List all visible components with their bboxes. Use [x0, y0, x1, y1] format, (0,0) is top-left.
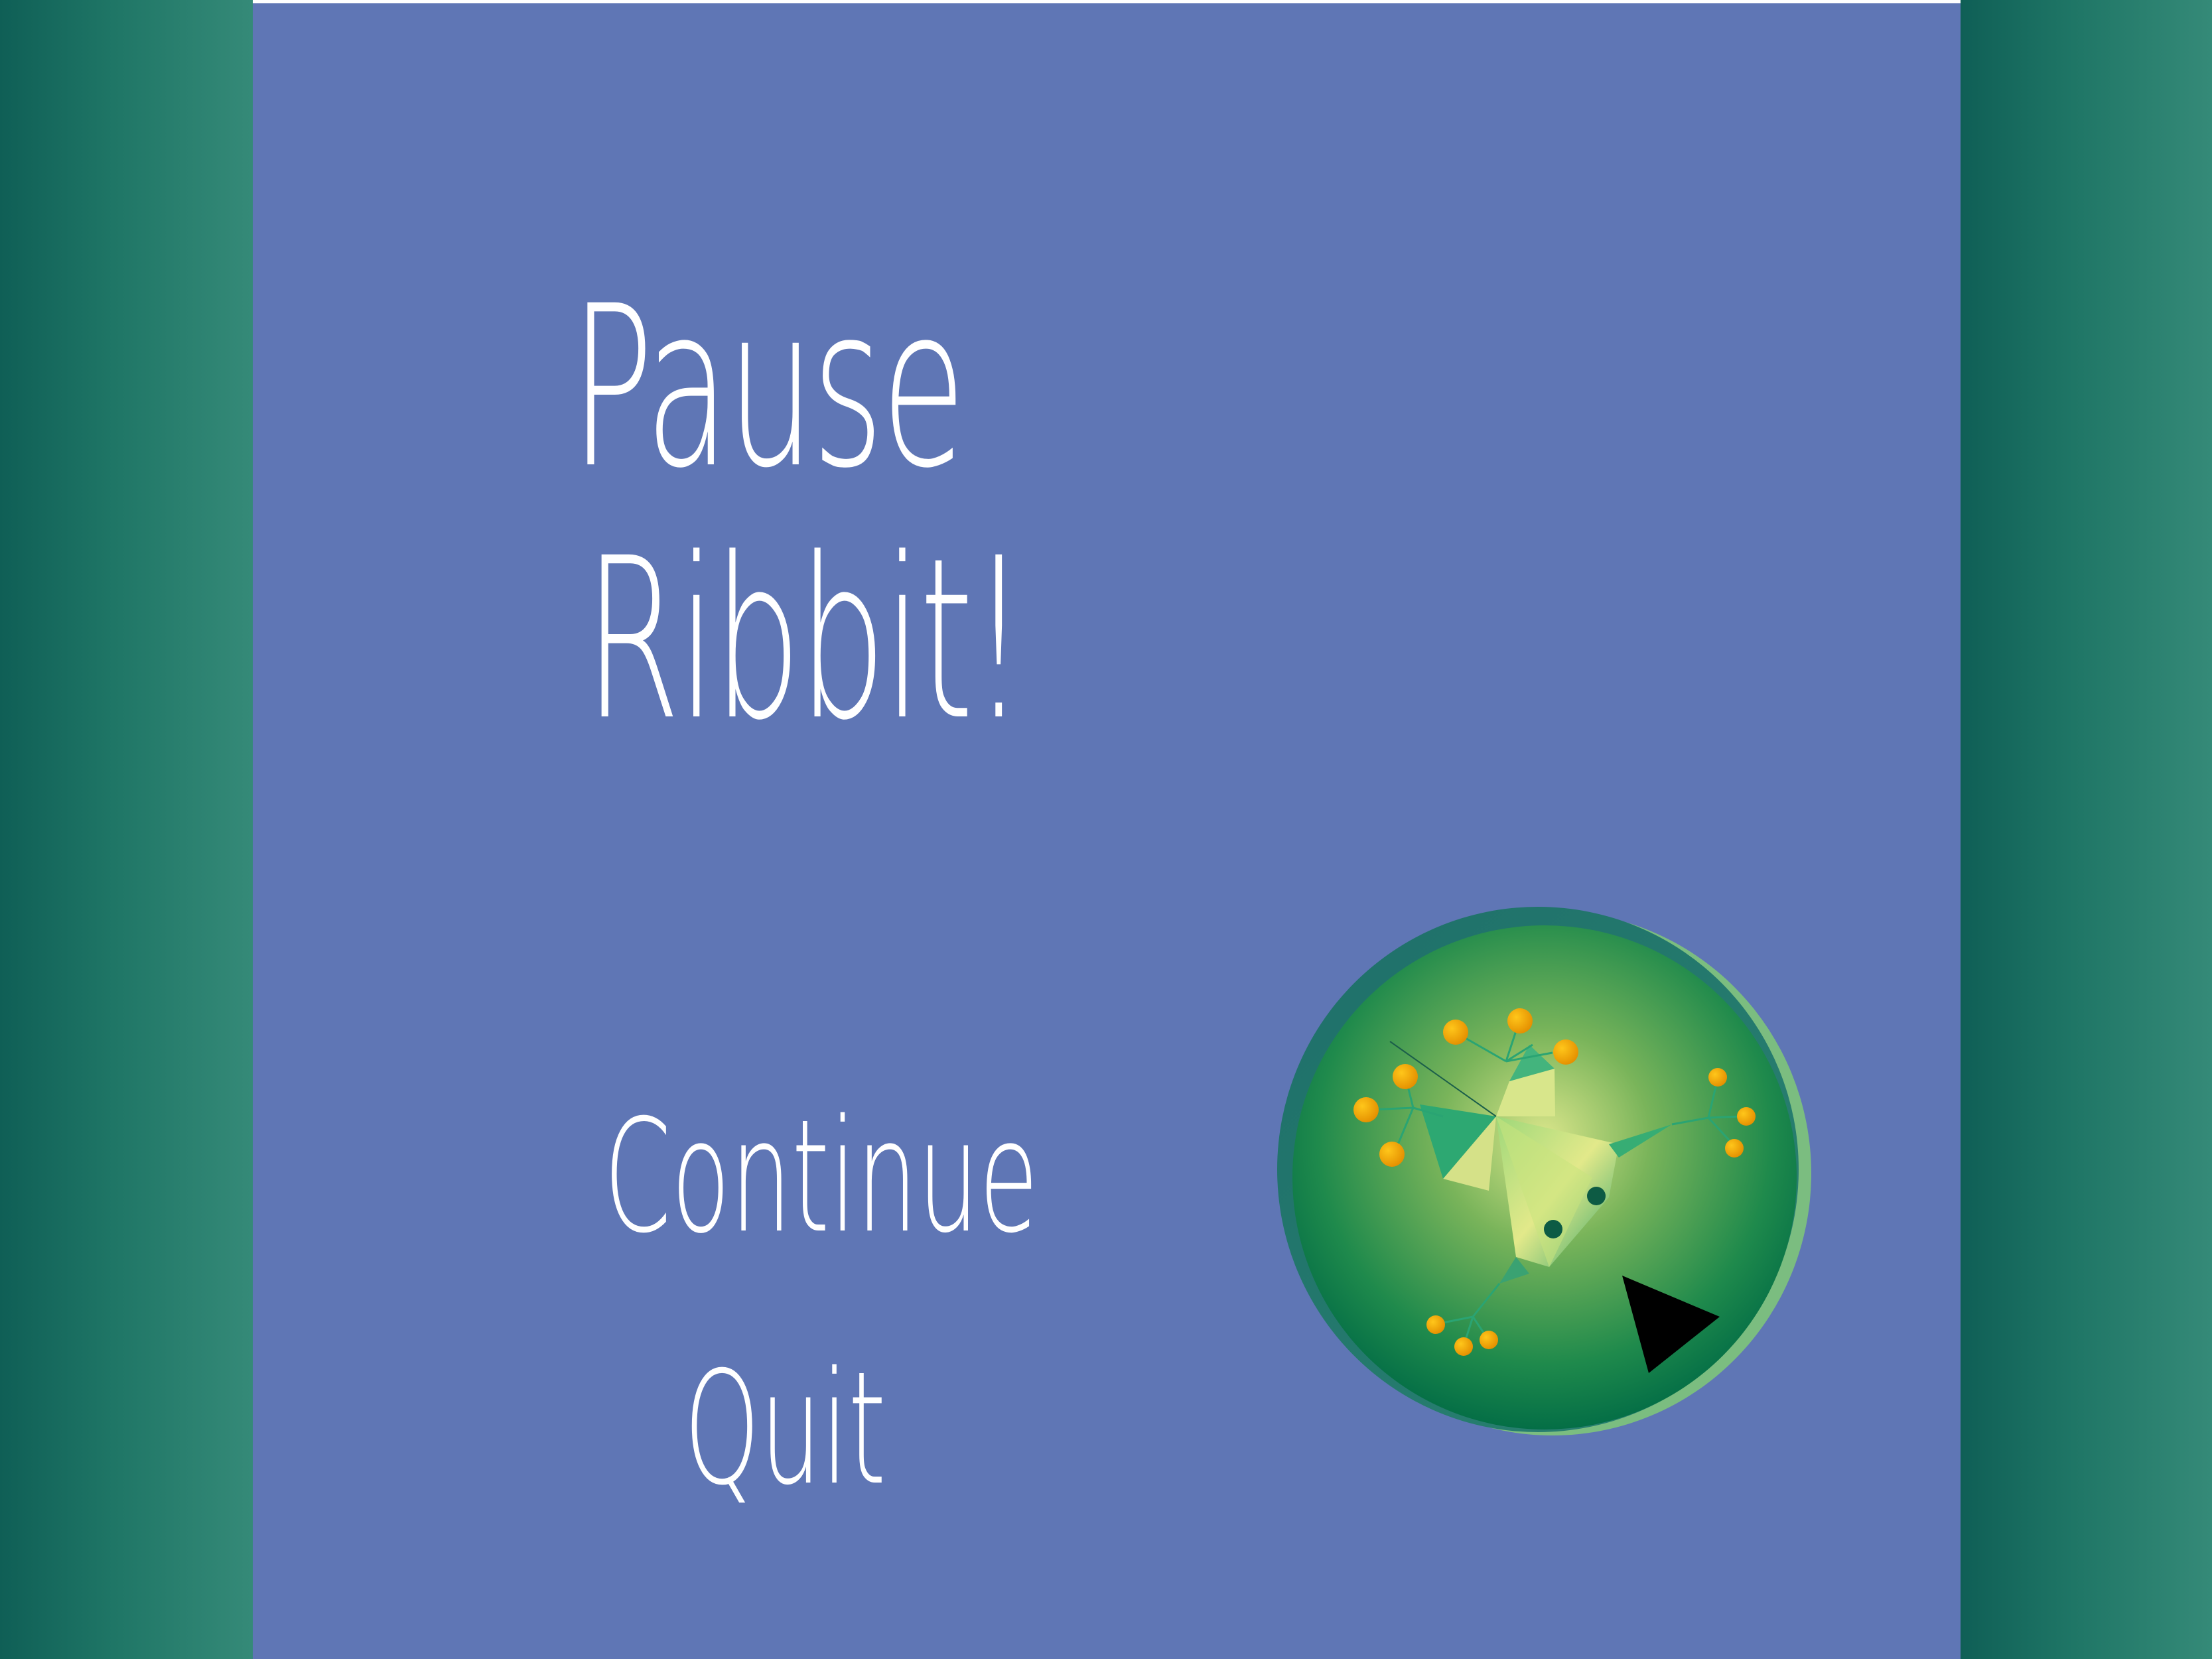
right-side-panel	[1961, 0, 2212, 1659]
left-side-panel	[0, 0, 253, 1659]
pause-menu: Continue Quit	[604, 1051, 1038, 1556]
top-border	[0, 0, 2212, 3]
continue-button[interactable]: Continue	[604, 1051, 1038, 1303]
pause-title: Pause Ribbit!	[571, 259, 1026, 769]
frog-on-lilypad-orb-icon	[1277, 907, 1811, 1435]
title-line-ribbit: Ribbit!	[585, 511, 1026, 769]
quit-button[interactable]: Quit	[604, 1303, 886, 1556]
pause-screen: Pause Ribbit! Continue Quit	[0, 0, 2212, 1659]
title-line-pause: Pause	[571, 259, 966, 517]
